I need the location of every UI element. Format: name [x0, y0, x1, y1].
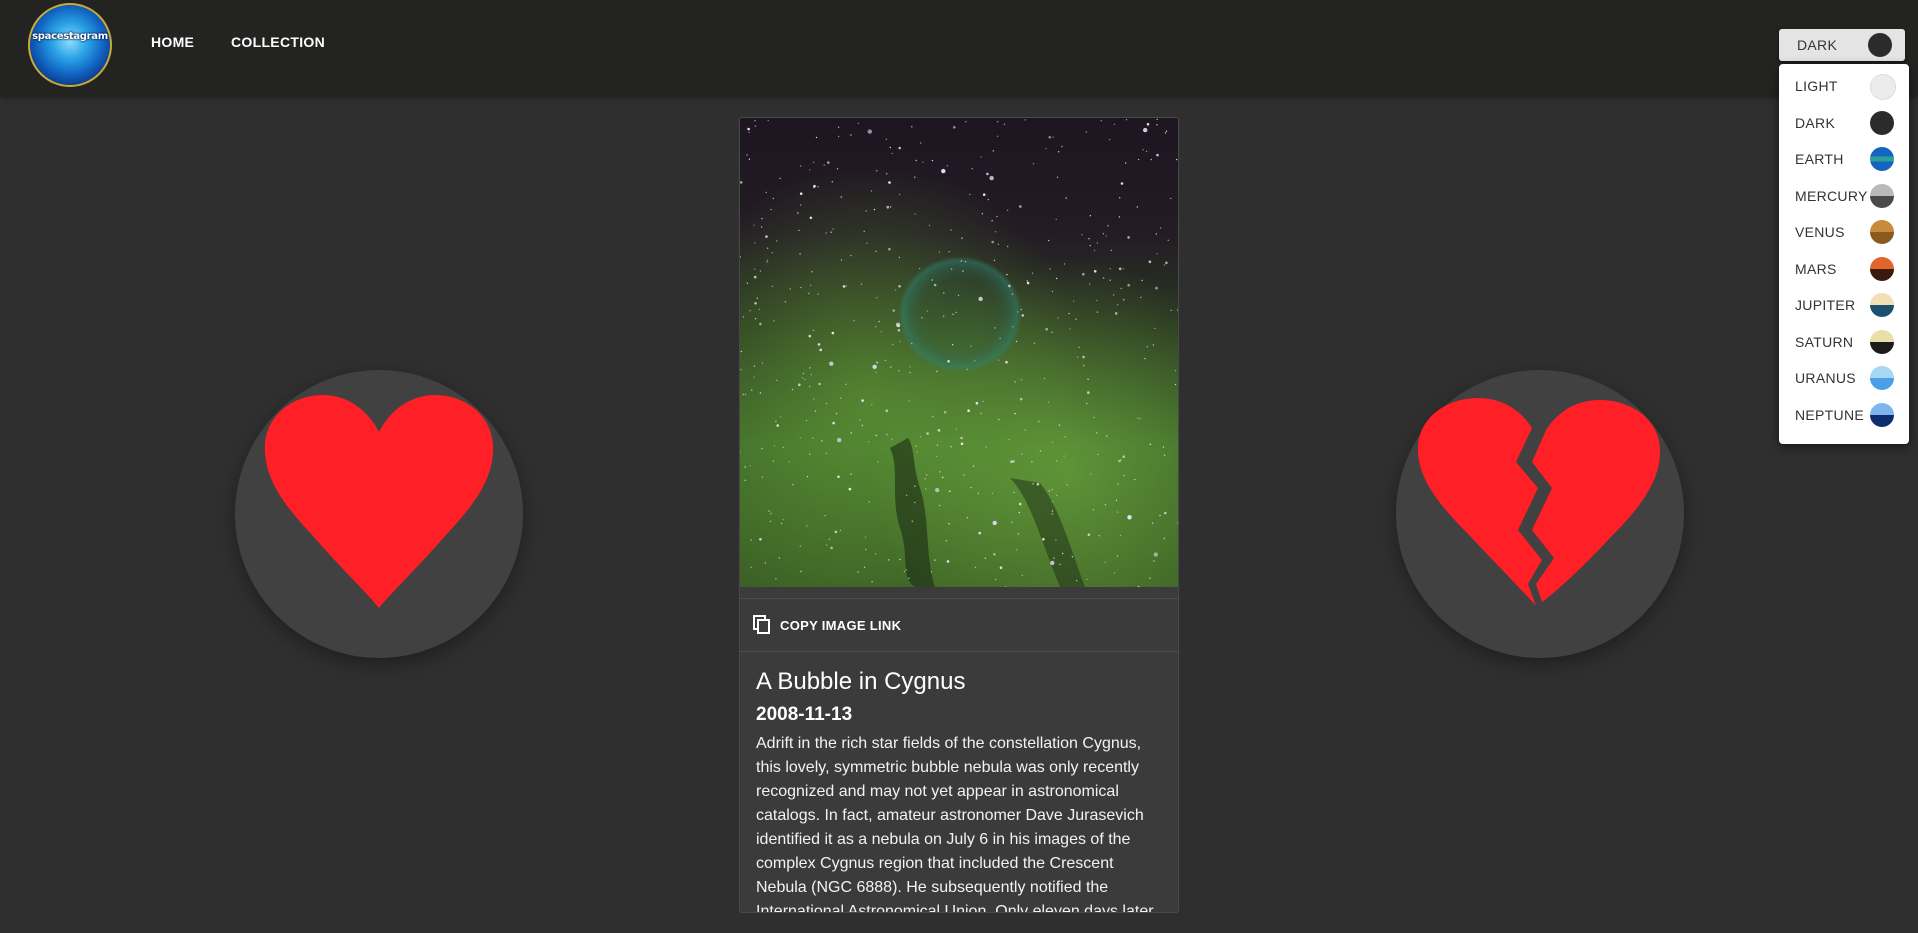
app-logo[interactable]: spacestagram: [28, 3, 112, 87]
nebula-image[interactable]: [740, 118, 1178, 587]
theme-option-label: SATURN: [1795, 333, 1854, 350]
top-bar: spacestagram HOME COLLECTION DARK: [0, 0, 1918, 95]
theme-option-mercury[interactable]: MERCURY: [1779, 178, 1909, 214]
logo-text: spacestagram: [32, 31, 108, 42]
theme-select[interactable]: DARK: [1779, 29, 1905, 61]
theme-option-mars[interactable]: MARS: [1779, 251, 1909, 287]
theme-swatch-icon: [1870, 220, 1894, 244]
theme-option-label: NEPTUNE: [1795, 406, 1864, 423]
theme-option-jupiter[interactable]: JUPITER: [1779, 287, 1909, 323]
theme-option-venus[interactable]: VENUS: [1779, 214, 1909, 250]
selected-theme-swatch-icon: [1868, 33, 1892, 57]
theme-swatch-icon: [1870, 147, 1894, 171]
apod-description: Adrift in the rich star fields of the co…: [756, 735, 1154, 913]
theme-option-label: URANUS: [1795, 370, 1856, 386]
theme-option-saturn[interactable]: SATURN: [1779, 324, 1909, 360]
theme-swatch-icon: [1870, 74, 1896, 100]
theme-option-earth[interactable]: EARTH: [1779, 141, 1909, 177]
theme-option-label: VENUS: [1795, 224, 1845, 240]
theme-option-label: DARK: [1795, 114, 1836, 131]
theme-swatch-icon: [1870, 110, 1894, 135]
theme-select-value: DARK: [1797, 37, 1838, 53]
theme-swatch-icon: [1870, 293, 1894, 317]
theme-option-uranus[interactable]: URANUS: [1779, 360, 1909, 396]
copy-icon: [753, 615, 770, 634]
theme-option-label: MARS: [1795, 260, 1837, 277]
theme-swatch-icon: [1870, 256, 1894, 281]
theme-swatch-icon: [1870, 402, 1894, 427]
broken-heart-icon: [1417, 398, 1661, 606]
nav-home-link[interactable]: HOME: [151, 34, 194, 50]
apod-date: 2008-11-13: [756, 704, 853, 725]
theme-option-dark[interactable]: DARK: [1779, 105, 1909, 141]
theme-option-light[interactable]: LIGHT: [1779, 68, 1909, 104]
dislike-button[interactable]: [1396, 370, 1684, 658]
theme-option-label: EARTH: [1795, 151, 1844, 167]
apod-card: COPY IMAGE LINK A Bubble in Cygnus 2008-…: [739, 117, 1179, 913]
theme-menu: LIGHT DARK EARTH MERCURY VENUS MARS JUPITER SAT…: [1779, 64, 1909, 444]
theme-swatch-icon: [1870, 366, 1894, 390]
copy-image-link-button[interactable]: COPY IMAGE LINK: [740, 598, 1178, 652]
theme-option-label: JUPITER: [1795, 297, 1856, 313]
theme-option-label: MERCURY: [1795, 187, 1868, 204]
theme-swatch-icon: [1870, 329, 1894, 354]
theme-option-label: LIGHT: [1795, 78, 1838, 94]
nav-collection-link[interactable]: COLLECTION: [231, 34, 325, 50]
copy-image-link-label: COPY IMAGE LINK: [780, 618, 902, 633]
theme-swatch-icon: [1870, 183, 1894, 208]
like-button[interactable]: [235, 370, 523, 658]
theme-option-neptune[interactable]: NEPTUNE: [1779, 397, 1909, 433]
apod-title: A Bubble in Cygnus: [756, 668, 966, 695]
heart-icon: [264, 395, 494, 608]
